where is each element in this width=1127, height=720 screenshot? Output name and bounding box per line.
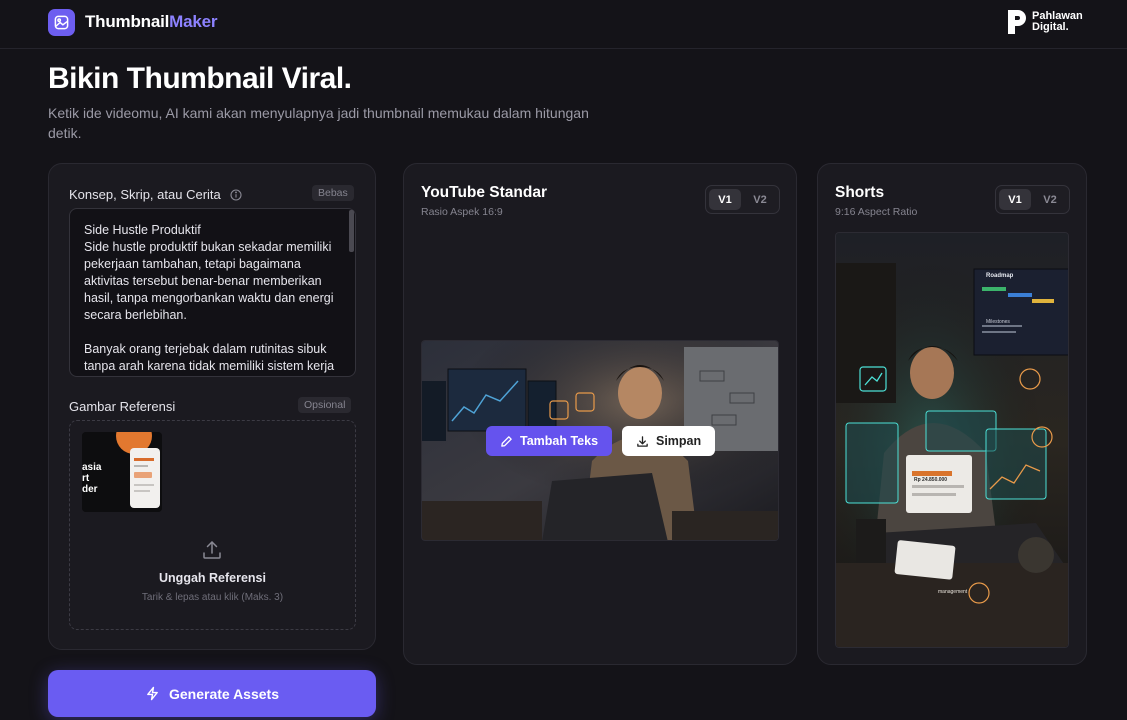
shorts-card: Shorts 9:16 Aspect Ratio V1 V2 Roadmap M… bbox=[817, 163, 1087, 665]
upload-title: Unggah Referensi bbox=[159, 571, 266, 585]
top-bar: ThumbnailMaker Pahlawan Digital. bbox=[0, 0, 1127, 49]
shorts-thumbnail-art bbox=[836, 233, 1068, 647]
shorts-thumbnail-preview[interactable]: Roadmap Milestones Rp 24.850.000 managem… bbox=[835, 232, 1069, 648]
youtube-version-v2[interactable]: V2 bbox=[744, 189, 776, 210]
shorts-version-toggle: V1 V2 bbox=[995, 185, 1070, 214]
shorts-version-v2[interactable]: V2 bbox=[1034, 189, 1066, 210]
info-icon[interactable] bbox=[230, 189, 242, 201]
partner-line-2: Digital. bbox=[1032, 21, 1069, 33]
concept-label: Konsep, Skrip, atau Cerita bbox=[69, 187, 221, 202]
youtube-version-toggle: V1 V2 bbox=[705, 185, 780, 214]
shorts-screen-milestones: Milestones bbox=[986, 319, 1010, 325]
lightning-icon bbox=[147, 686, 158, 701]
concept-textarea[interactable]: Side Hustle Produktif Side hustle produk… bbox=[69, 208, 356, 377]
reference-badge: Opsional bbox=[298, 397, 352, 413]
partner-mark-icon bbox=[1008, 10, 1026, 34]
youtube-subtitle: Rasio Aspek 16:9 bbox=[421, 206, 503, 218]
upload-icon bbox=[203, 541, 221, 559]
youtube-card: YouTube Standar Rasio Aspek 16:9 V1 V2 T… bbox=[403, 163, 797, 665]
partner-logo: Pahlawan Digital. bbox=[1006, 8, 1083, 36]
add-text-button[interactable]: Tambah Teks bbox=[486, 426, 613, 456]
shorts-version-v1[interactable]: V1 bbox=[999, 189, 1031, 210]
reference-dropzone[interactable]: asia rt der Unggah Referensi Tarik & lep… bbox=[69, 420, 356, 630]
youtube-version-v1[interactable]: V1 bbox=[709, 189, 741, 210]
page-title: Bikin Thumbnail Viral. bbox=[48, 62, 352, 95]
save-label: Simpan bbox=[656, 434, 702, 448]
shorts-screen-title: Roadmap bbox=[986, 273, 1014, 279]
youtube-thumbnail-preview[interactable]: Tambah Teks Simpan bbox=[421, 340, 779, 541]
shorts-tablet-amount: Rp 24.850.000 bbox=[914, 477, 948, 483]
input-panel: Konsep, Skrip, atau Cerita Bebas Side Hu… bbox=[48, 163, 376, 650]
save-button[interactable]: Simpan bbox=[622, 426, 716, 456]
upload-hint: Tarik & lepas atau klik (Maks. 3) bbox=[141, 592, 284, 603]
shorts-corner-caption: management bbox=[938, 589, 968, 595]
concept-badge: Bebas bbox=[312, 185, 354, 201]
brand-name[interactable]: ThumbnailMaker bbox=[85, 12, 217, 32]
generate-assets-button[interactable]: Generate Assets bbox=[48, 670, 376, 717]
concept-label-row: Konsep, Skrip, atau Cerita bbox=[69, 186, 242, 204]
generate-assets-label: Generate Assets bbox=[169, 685, 279, 702]
reference-label: Gambar Referensi bbox=[69, 399, 176, 414]
pencil-icon bbox=[501, 435, 512, 447]
youtube-title: YouTube Standar bbox=[421, 184, 548, 201]
download-icon bbox=[637, 435, 648, 447]
page-subtitle: Ketik ide videomu, AI kami akan menyulap… bbox=[48, 105, 589, 141]
add-text-label: Tambah Teks bbox=[520, 434, 599, 448]
image-icon[interactable] bbox=[48, 9, 75, 36]
brand-part-1: Thumbnail bbox=[85, 12, 170, 31]
reference-thumbnail[interactable]: asia rt der bbox=[82, 432, 162, 512]
textarea-scrollbar[interactable] bbox=[349, 210, 354, 252]
reference-thumb-text: asia rt der bbox=[82, 462, 102, 495]
shorts-title: Shorts bbox=[835, 184, 885, 201]
brand-part-2: Maker bbox=[169, 12, 218, 31]
shorts-subtitle: 9:16 Aspect Ratio bbox=[835, 206, 918, 218]
